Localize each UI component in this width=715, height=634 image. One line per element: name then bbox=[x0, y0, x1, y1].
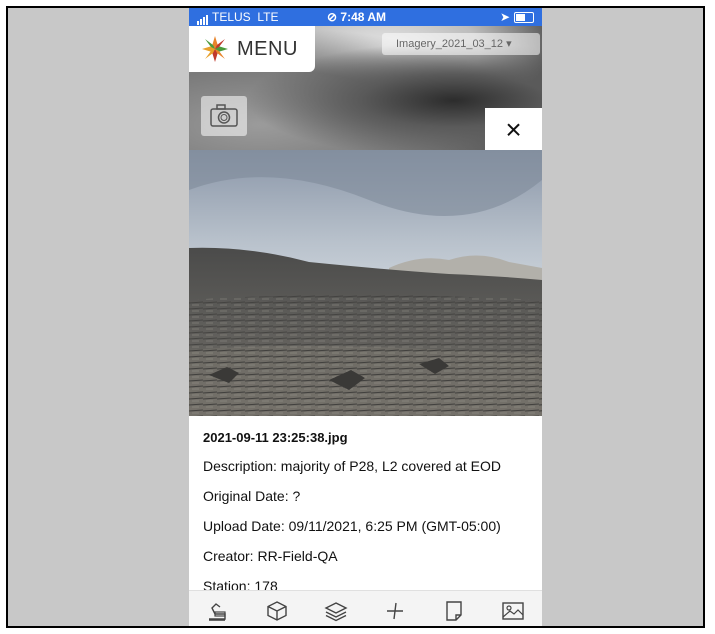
close-icon: × bbox=[505, 114, 522, 145]
site-photo[interactable] bbox=[189, 150, 542, 416]
app-logo-icon bbox=[202, 36, 228, 62]
phone-screen: TELUS LTE ⊘ 7:48 AM ➤ MENU Imagery_2021_… bbox=[189, 8, 542, 626]
status-time: ⊘ 7:48 AM bbox=[327, 10, 386, 24]
measure-icon[interactable] bbox=[382, 598, 408, 624]
menu-button[interactable]: MENU bbox=[189, 26, 315, 72]
carrier-name: TELUS bbox=[212, 10, 251, 24]
photo-filename: 2021-09-11 23:25:38.jpg bbox=[203, 430, 348, 445]
excavator-icon[interactable] bbox=[205, 598, 231, 624]
location-icon: ➤ bbox=[499, 10, 510, 24]
screenshot-frame: TELUS LTE ⊘ 7:48 AM ➤ MENU Imagery_2021_… bbox=[6, 6, 705, 628]
cube-icon[interactable] bbox=[264, 598, 290, 624]
layers-icon[interactable] bbox=[323, 598, 349, 624]
status-right: ➤ bbox=[500, 10, 534, 24]
battery-icon bbox=[514, 12, 534, 24]
close-button[interactable]: × bbox=[485, 108, 542, 152]
photo-creator: Creator: RR-Field-QA bbox=[203, 548, 338, 564]
bottom-toolbar bbox=[189, 590, 542, 626]
imagery-select[interactable]: Imagery_2021_03_12 ▾ bbox=[382, 33, 540, 55]
camera-icon bbox=[210, 104, 238, 127]
carrier: TELUS LTE bbox=[197, 10, 278, 25]
photo-original-date: Original Date: ? bbox=[203, 488, 301, 504]
network-type: LTE bbox=[257, 10, 279, 24]
camera-button[interactable] bbox=[201, 96, 247, 136]
signal-icon bbox=[197, 11, 209, 25]
menu-label: MENU bbox=[237, 37, 298, 60]
photo-upload-date: Upload Date: 09/11/2021, 6:25 PM (GMT-05… bbox=[203, 518, 501, 534]
rotation-lock-icon: ⊘ bbox=[327, 10, 338, 24]
photo-description: Description: majority of P28, L2 covered… bbox=[203, 458, 502, 474]
map-view[interactable]: MENU Imagery_2021_03_12 ▾ × bbox=[189, 26, 542, 152]
chevron-down-icon: ▾ bbox=[506, 38, 512, 50]
status-bar: TELUS LTE ⊘ 7:48 AM ➤ bbox=[189, 8, 542, 26]
photo-details: 2021-09-11 23:25:38.jpg Description: maj… bbox=[203, 426, 533, 604]
note-icon[interactable] bbox=[441, 598, 467, 624]
imagery-select-value: Imagery_2021_03_12 bbox=[396, 38, 504, 50]
clock: 7:48 AM bbox=[340, 10, 386, 24]
image-icon[interactable] bbox=[500, 598, 526, 624]
